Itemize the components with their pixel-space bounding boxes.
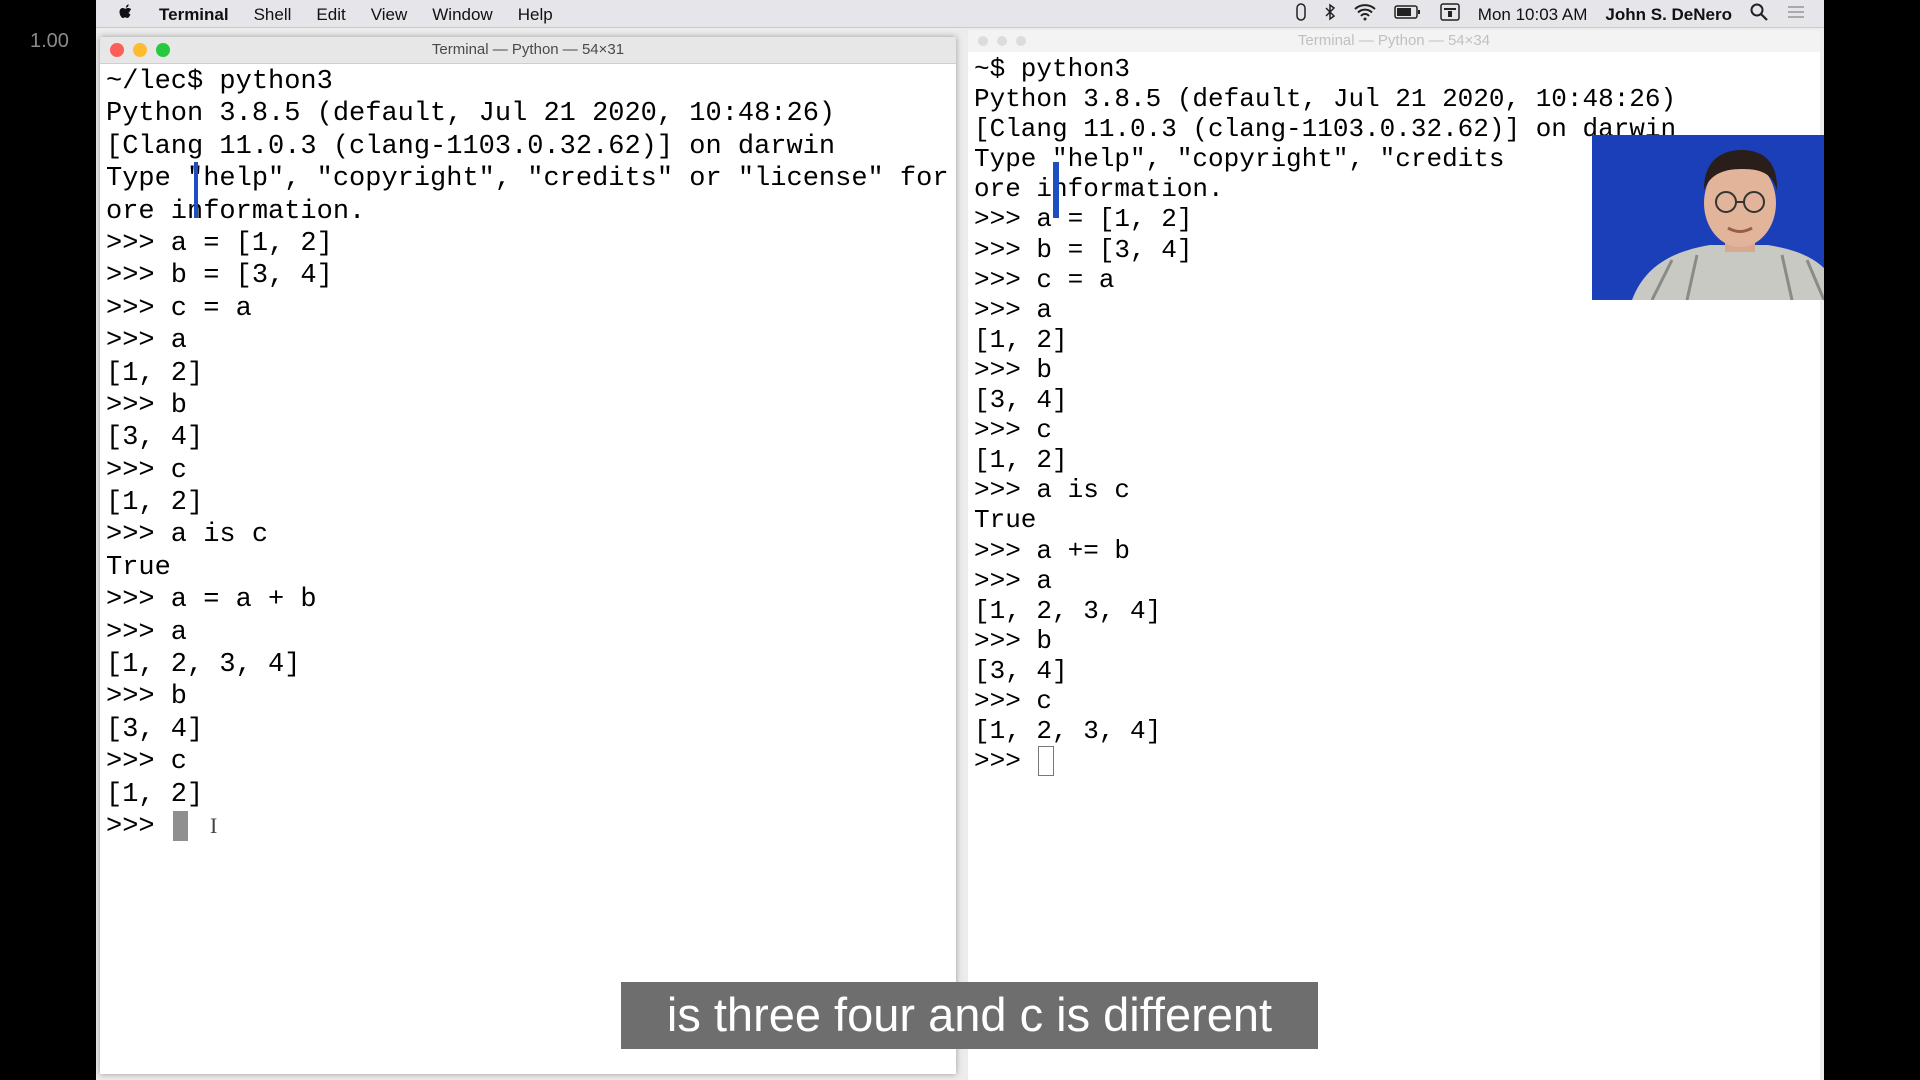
mouse-status-icon[interactable]	[1296, 3, 1306, 26]
terminal-line: True	[106, 552, 171, 583]
terminal-line: [Clang 11.0.3 (clang-1103.0.32.62)] on d…	[106, 131, 836, 162]
terminal-line: Python 3.8.5 (default, Jul 21 2020, 10:4…	[106, 99, 836, 130]
terminal-line: [1, 2]	[974, 445, 1068, 476]
terminal-line: True	[974, 505, 1037, 536]
menu-shell[interactable]: Shell	[254, 5, 292, 25]
terminal-line: >>> b	[974, 625, 1053, 656]
menu-app-name[interactable]: Terminal	[159, 5, 229, 25]
terminal-line: ~/lec$ python3	[106, 67, 333, 97]
terminal-line: [1, 2]	[106, 779, 204, 810]
terminal-line: >>> a is c	[974, 475, 1131, 506]
terminal-line: >>> c = a	[106, 293, 252, 324]
text-cursor	[1038, 746, 1055, 777]
apple-icon[interactable]	[118, 3, 134, 26]
terminal-line: >>> b	[974, 354, 1053, 385]
terminal-window-left[interactable]: Terminal — Python — 54×31 ~/lec$ python3…	[100, 37, 956, 1074]
close-icon[interactable]	[978, 36, 988, 46]
desktop-screen: Terminal Shell Edit View Window Help Mon…	[96, 0, 1824, 1080]
terminal-line: >>> a is c	[106, 520, 269, 551]
terminal-line: >>> c	[974, 685, 1053, 716]
input-menu-icon[interactable]	[1440, 3, 1460, 26]
terminal-line: [1, 2]	[106, 488, 204, 519]
bluetooth-icon[interactable]	[1324, 3, 1336, 26]
close-icon[interactable]	[110, 43, 124, 57]
menu-help[interactable]: Help	[518, 5, 553, 25]
terminal-line: [3, 4]	[974, 655, 1068, 686]
accent-bar	[1053, 162, 1059, 218]
terminal-line: [3, 4]	[106, 714, 204, 745]
menu-bar: Terminal Shell Edit View Window Help Mon…	[96, 0, 1824, 28]
terminal-line: >>> a	[106, 617, 188, 648]
ibeam-cursor-icon: I	[210, 813, 218, 838]
terminal-line: [1, 2]	[974, 324, 1068, 355]
terminal-line: ore information.	[106, 196, 366, 227]
terminal-line: >>> c	[106, 747, 188, 778]
terminal-line: >>> a += b	[974, 535, 1131, 566]
terminal-line: >>> c	[106, 455, 188, 486]
terminal-line: >>> a = a + b	[106, 585, 317, 616]
video-subtitle: is three four and c is different	[621, 982, 1318, 1049]
accent-bar	[194, 162, 198, 218]
battery-icon[interactable]	[1394, 3, 1422, 26]
terminal-line: >>> b	[106, 682, 188, 713]
terminal-output-left[interactable]: ~/lec$ python3 Python 3.8.5 (default, Ju…	[100, 64, 956, 843]
terminal-line: Type "help", "copyright", "credits" or "…	[106, 164, 956, 195]
terminal-line: >>> b = [3, 4]	[106, 261, 333, 292]
terminal-line: >>> a	[974, 565, 1053, 596]
terminal-line: [1, 2]	[106, 358, 204, 389]
terminal-title-left: Terminal — Python — 54×31	[431, 41, 625, 58]
terminal-line: >>> a	[106, 326, 188, 357]
terminal-line: >>> a = [1, 2]	[106, 228, 333, 259]
terminal-line: >>> b	[106, 390, 188, 421]
terminal-line: [1, 2, 3, 4]	[106, 650, 301, 681]
menu-edit[interactable]: Edit	[316, 5, 345, 25]
terminal-prompt-line-left[interactable]: >>>	[106, 810, 956, 843]
terminal-prompt-line-right[interactable]: >>>	[974, 746, 1820, 777]
zoom-icon[interactable]	[156, 43, 170, 57]
prompt-text: >>>	[106, 812, 171, 843]
terminal-line: [3, 4]	[106, 423, 204, 454]
terminal-line: ~$ python3	[974, 54, 1131, 84]
menu-user[interactable]: John S. DeNero	[1605, 5, 1732, 25]
terminal-titlebar-left[interactable]: Terminal — Python — 54×31	[100, 37, 956, 64]
terminal-title-right: Terminal — Python — 54×34	[1297, 32, 1491, 49]
terminal-line: [3, 4]	[974, 385, 1068, 416]
minimize-icon[interactable]	[997, 36, 1007, 46]
menu-view[interactable]: View	[371, 5, 408, 25]
terminal-titlebar-right[interactable]: Terminal — Python — 54×34	[968, 30, 1820, 52]
search-icon[interactable]	[1750, 3, 1768, 26]
webcam-overlay	[1592, 135, 1824, 300]
terminal-line: >>> c	[974, 415, 1053, 446]
wifi-icon[interactable]	[1354, 3, 1376, 26]
terminal-line: [1, 2, 3, 4]	[974, 595, 1162, 626]
playback-speed: 1.00	[30, 30, 69, 52]
list-icon[interactable]	[1786, 3, 1806, 26]
minimize-icon[interactable]	[133, 43, 147, 57]
terminal-line: Python 3.8.5 (default, Jul 21 2020, 10:4…	[974, 84, 1677, 115]
text-cursor	[172, 810, 188, 841]
prompt-text: >>>	[974, 746, 1037, 777]
zoom-icon[interactable]	[1016, 36, 1026, 46]
menu-clock[interactable]: Mon 10:03 AM	[1478, 5, 1588, 25]
terminal-line: [1, 2, 3, 4]	[974, 716, 1162, 747]
menu-window[interactable]: Window	[432, 5, 492, 25]
